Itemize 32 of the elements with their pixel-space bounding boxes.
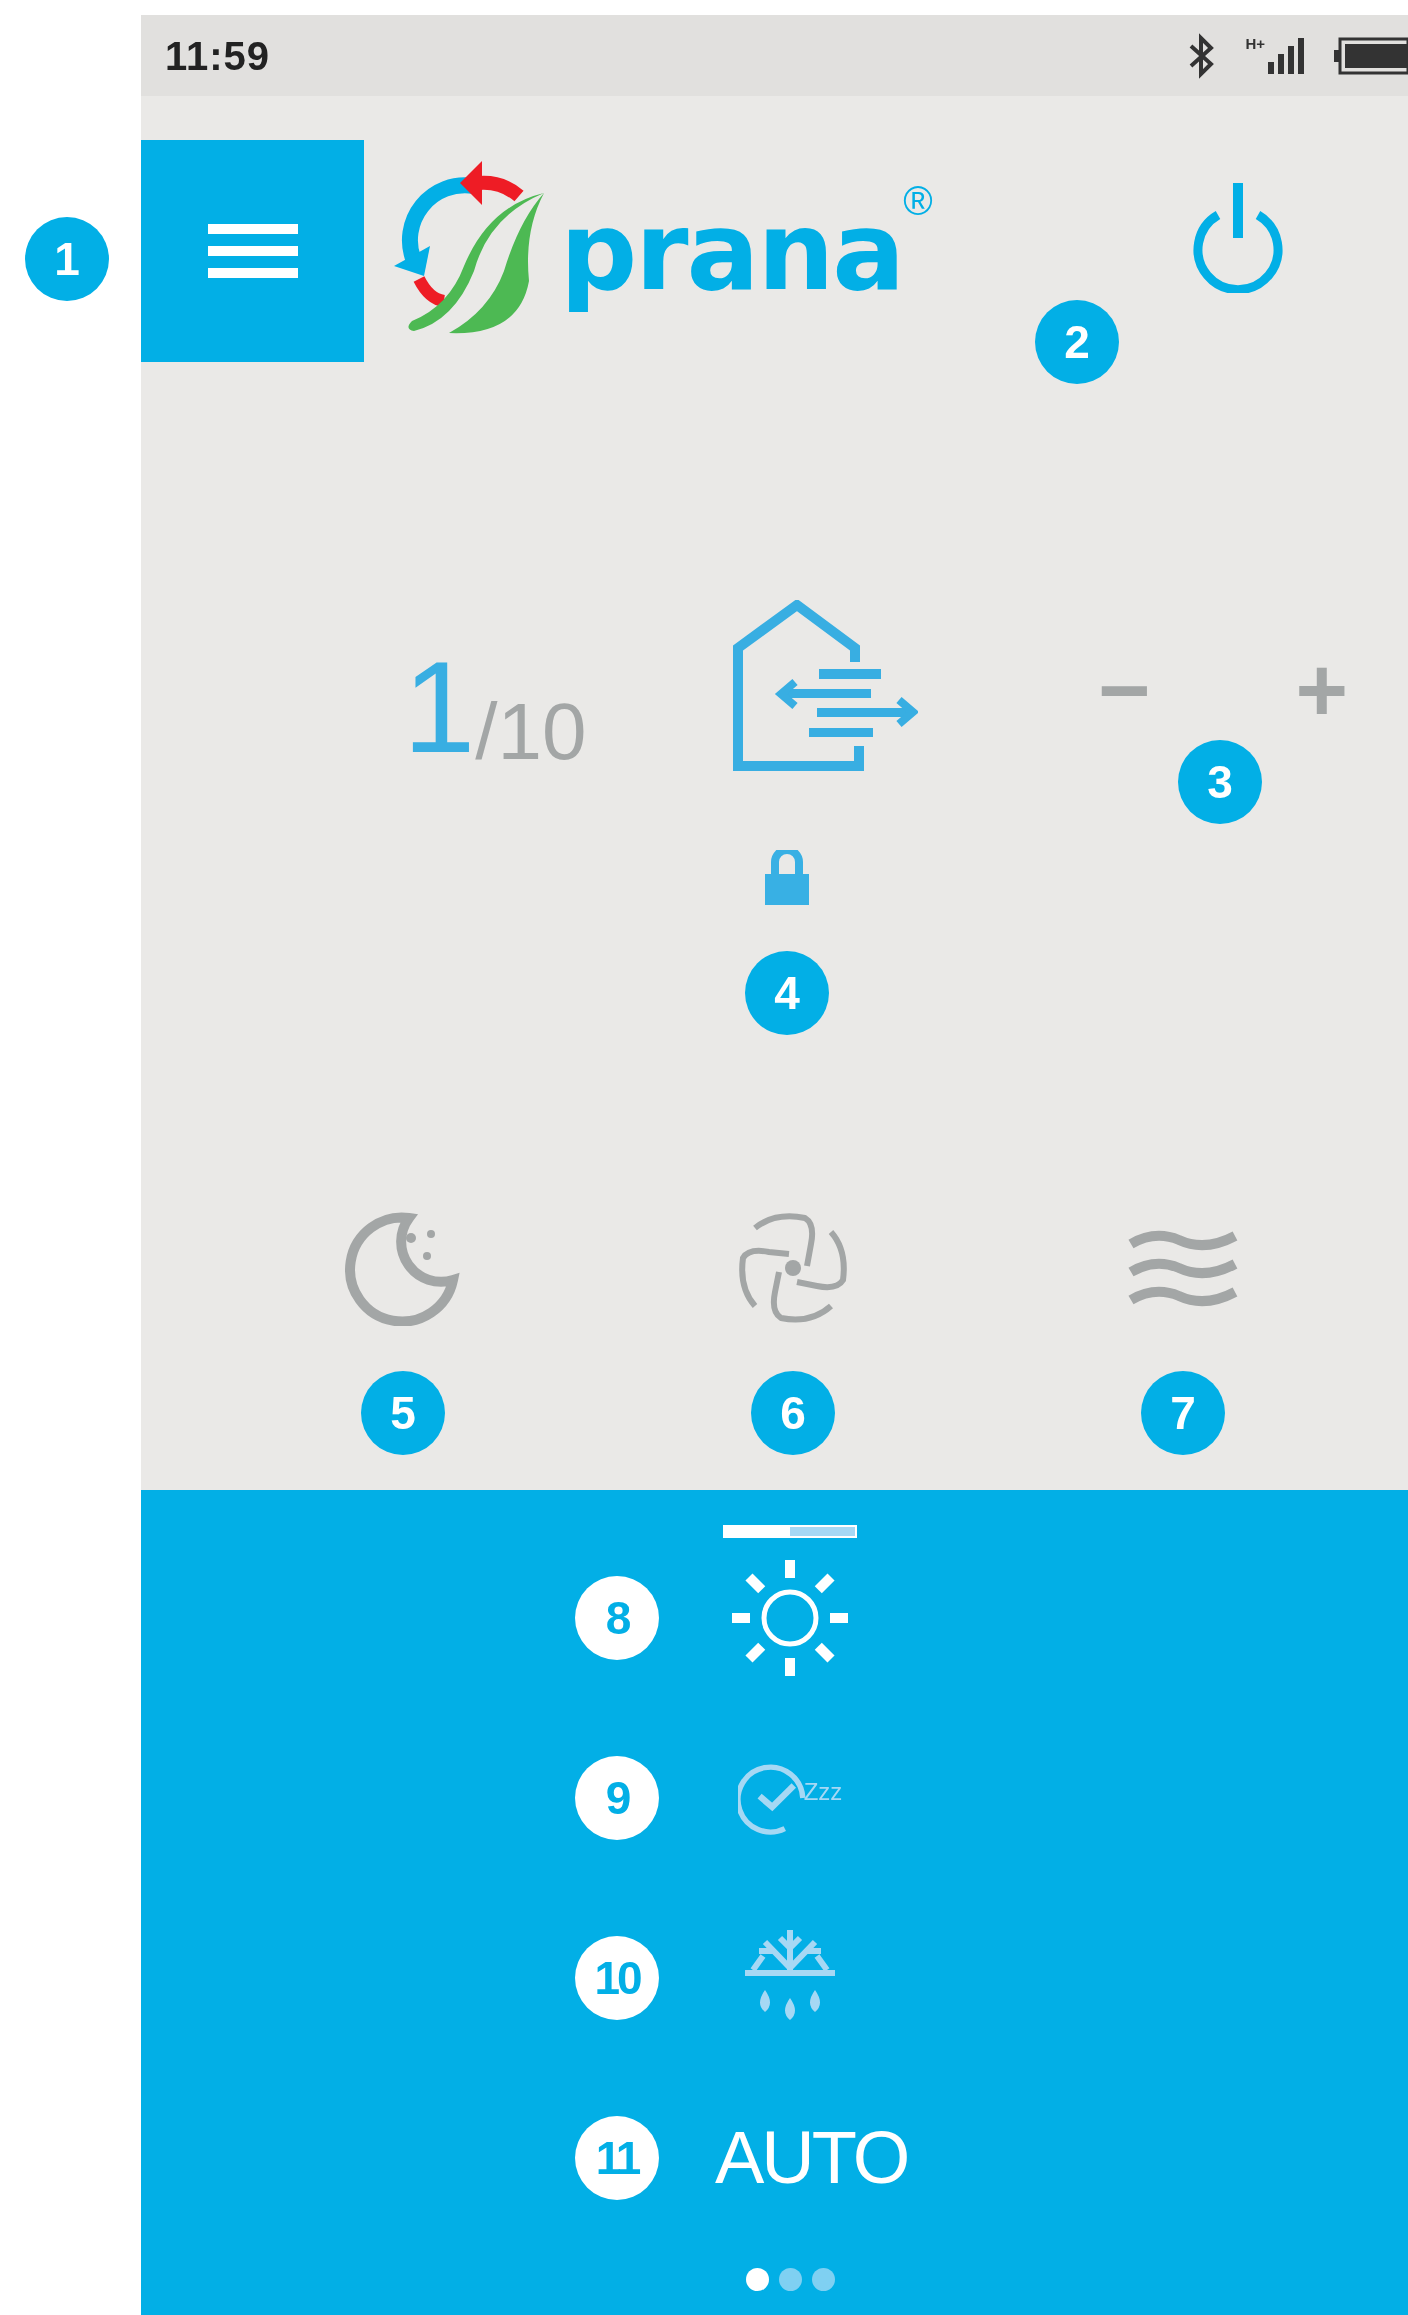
callout-number: 6 (751, 1371, 835, 1455)
sleep-mode-button[interactable]: Zzz (725, 1758, 855, 1838)
callout-number: 5 (361, 1371, 445, 1455)
callout-number: 11 (575, 2116, 659, 2200)
page-dot[interactable] (812, 2268, 835, 2291)
bluetooth-icon (1189, 31, 1216, 80)
callout-number: 7 (1141, 1371, 1225, 1455)
battery-icon (1334, 35, 1408, 76)
menu-button[interactable] (141, 140, 364, 362)
signal-icon (1268, 35, 1304, 76)
plus-button[interactable]: + (1295, 645, 1348, 735)
callout-number: 2 (1035, 300, 1119, 384)
callout-number: 1 (25, 217, 109, 301)
page-dot[interactable] (746, 2268, 769, 2291)
callout-number: 4 (745, 951, 829, 1035)
minus-button[interactable]: − (1098, 645, 1151, 735)
speed-value: 1 (403, 642, 476, 772)
registered-mark: ® (903, 181, 933, 221)
moon-icon[interactable] (345, 1210, 461, 1326)
brand-name: prana (560, 187, 904, 316)
house-airflow-icon (733, 600, 918, 772)
callout-number: 3 (1178, 740, 1262, 824)
page-dot[interactable] (779, 2268, 802, 2291)
menu-icon (207, 221, 298, 281)
network-type-label: H+ (1245, 35, 1265, 51)
callout-number: 9 (575, 1756, 659, 1840)
speed-max: /10 (475, 692, 587, 772)
callout-number: 10 (575, 1936, 659, 2020)
callout-number: 8 (575, 1576, 659, 1660)
auto-mode-button[interactable]: AUTO (715, 2113, 908, 2203)
sun-icon (730, 1558, 850, 1678)
status-time: 11:59 (165, 32, 271, 80)
